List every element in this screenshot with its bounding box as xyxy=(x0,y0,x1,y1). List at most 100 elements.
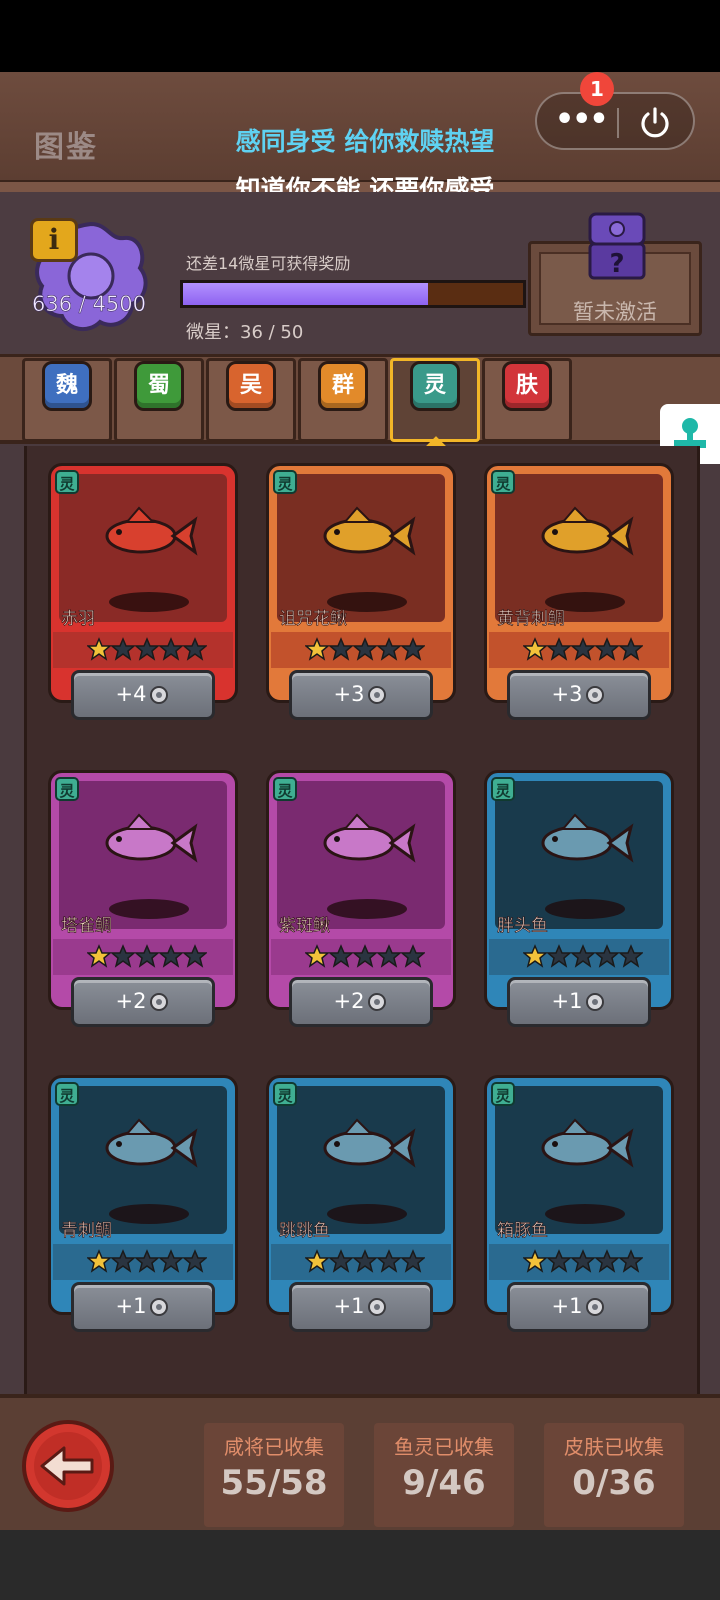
card-art xyxy=(59,1086,227,1234)
star-rating xyxy=(523,943,643,969)
star-icon xyxy=(377,1249,401,1273)
star-icon xyxy=(619,944,643,968)
star-icon xyxy=(111,944,135,968)
card-art xyxy=(495,474,663,622)
star-icon xyxy=(135,637,159,661)
star-icon xyxy=(183,637,207,661)
spirit-tag: 灵 xyxy=(491,777,515,801)
tab-2[interactable]: 吴 xyxy=(206,358,296,442)
fragment-count: +1 xyxy=(115,1294,147,1318)
fish-name: 紫斑鳅 xyxy=(279,916,331,937)
card-art xyxy=(277,1086,445,1234)
star-rating xyxy=(305,943,425,969)
system-nav-area xyxy=(0,1530,720,1600)
card-art xyxy=(59,781,227,929)
fish-card[interactable]: 灵箱豚鱼 +1 xyxy=(484,1075,674,1332)
tab-0[interactable]: 魏 xyxy=(22,358,112,442)
fragment-gear-icon xyxy=(368,993,387,1011)
star-icon xyxy=(87,1249,111,1273)
fish-icon xyxy=(105,1118,198,1168)
star-icon xyxy=(329,944,353,968)
micro-star-count: 微星：36 / 50 xyxy=(186,322,304,343)
star-icon xyxy=(377,944,401,968)
spirit-tag: 灵 xyxy=(273,777,297,801)
star-icon xyxy=(523,637,547,661)
card-art xyxy=(59,474,227,622)
fish-name: 胖头鱼 xyxy=(497,916,549,937)
spirit-tag: 灵 xyxy=(55,470,79,494)
fish-shadow xyxy=(545,899,625,919)
fragment-button[interactable]: +3 xyxy=(507,670,651,720)
power-icon[interactable] xyxy=(637,105,673,141)
mystery-chest-icon: ? xyxy=(588,212,646,280)
more-menu-button[interactable]: ••• xyxy=(555,102,609,137)
fish-card[interactable]: 灵青刺鲷 +1 xyxy=(48,1075,238,1332)
fish-card[interactable]: 灵塔雀鲷 +2 xyxy=(48,770,238,1027)
star-icon xyxy=(183,944,207,968)
star-icon xyxy=(305,1249,329,1273)
fragment-count: +3 xyxy=(551,682,583,706)
fish-icon xyxy=(541,813,634,863)
fragment-button[interactable]: +1 xyxy=(289,1282,433,1332)
fish-name: 箱豚鱼 xyxy=(497,1221,549,1242)
tab-1[interactable]: 蜀 xyxy=(114,358,204,442)
star-icon xyxy=(547,1249,571,1273)
fish-icon xyxy=(105,506,198,556)
fish-name: 塔雀鲷 xyxy=(61,916,113,937)
reward-status-label: 暂未激活 xyxy=(573,300,657,324)
tab-4[interactable]: 灵 xyxy=(390,358,480,456)
stat-label: 皮肤已收集 xyxy=(564,1435,664,1459)
fish-shadow xyxy=(545,1204,625,1224)
star-rating xyxy=(87,636,207,662)
star-icon xyxy=(401,1249,425,1273)
fragment-button[interactable]: +1 xyxy=(507,977,651,1027)
back-button[interactable] xyxy=(20,1418,116,1514)
fragment-gear-icon xyxy=(586,686,605,704)
star-icon xyxy=(547,637,571,661)
fish-card[interactable]: 灵黄背刺鲷 +3 xyxy=(484,463,674,720)
card-art xyxy=(277,781,445,929)
star-icon xyxy=(595,637,619,661)
fragment-count: +2 xyxy=(333,989,365,1013)
fish-icon xyxy=(323,813,416,863)
fragment-button[interactable]: +1 xyxy=(507,1282,651,1332)
fish-card[interactable]: 灵跳跳鱼 +1 xyxy=(266,1075,456,1332)
star-icon xyxy=(87,944,111,968)
fragment-button[interactable]: +2 xyxy=(71,977,215,1027)
fragment-button[interactable]: +2 xyxy=(289,977,433,1027)
fish-card[interactable]: 灵诅咒花鳅 +3 xyxy=(266,463,456,720)
total-collection-count: 636 / 4500 xyxy=(32,292,146,317)
fish-card[interactable]: 灵紫斑鳅 +2 xyxy=(266,770,456,1027)
fish-card[interactable]: 灵赤羽 +4 xyxy=(48,463,238,720)
card-art xyxy=(495,781,663,929)
fish-name: 青刺鲷 xyxy=(61,1221,113,1242)
star-icon xyxy=(571,1249,595,1273)
fragment-count: +1 xyxy=(551,989,583,1013)
star-icon xyxy=(87,637,111,661)
star-icon xyxy=(111,637,135,661)
notification-badge: 1 xyxy=(580,72,614,106)
fragment-button[interactable]: +4 xyxy=(71,670,215,720)
star-icon xyxy=(135,1249,159,1273)
star-icon xyxy=(183,1249,207,1273)
micro-star-progress-bar xyxy=(180,280,526,308)
reward-hint: 还差14微星可获得奖励 xyxy=(186,254,351,273)
fragment-gear-icon xyxy=(368,1298,387,1316)
spirit-tag: 灵 xyxy=(491,1082,515,1106)
spirit-tag: 灵 xyxy=(273,470,297,494)
fragment-button[interactable]: +3 xyxy=(289,670,433,720)
fragment-button[interactable]: +1 xyxy=(71,1282,215,1332)
tab-3[interactable]: 群 xyxy=(298,358,388,442)
star-rating xyxy=(523,636,643,662)
collection-stat: 咸将已收集 55/58 xyxy=(204,1423,344,1527)
star-icon xyxy=(571,944,595,968)
star-rating xyxy=(305,1248,425,1274)
star-icon xyxy=(329,637,353,661)
tab-5[interactable]: 肤 xyxy=(482,358,572,442)
info-button[interactable]: i xyxy=(30,218,78,262)
spirit-tag: 灵 xyxy=(491,470,515,494)
fragment-count: +1 xyxy=(333,1294,365,1318)
fish-card[interactable]: 灵胖头鱼 +1 xyxy=(484,770,674,1027)
fragment-gear-icon xyxy=(368,686,387,704)
stat-value: 55/58 xyxy=(220,1463,328,1503)
